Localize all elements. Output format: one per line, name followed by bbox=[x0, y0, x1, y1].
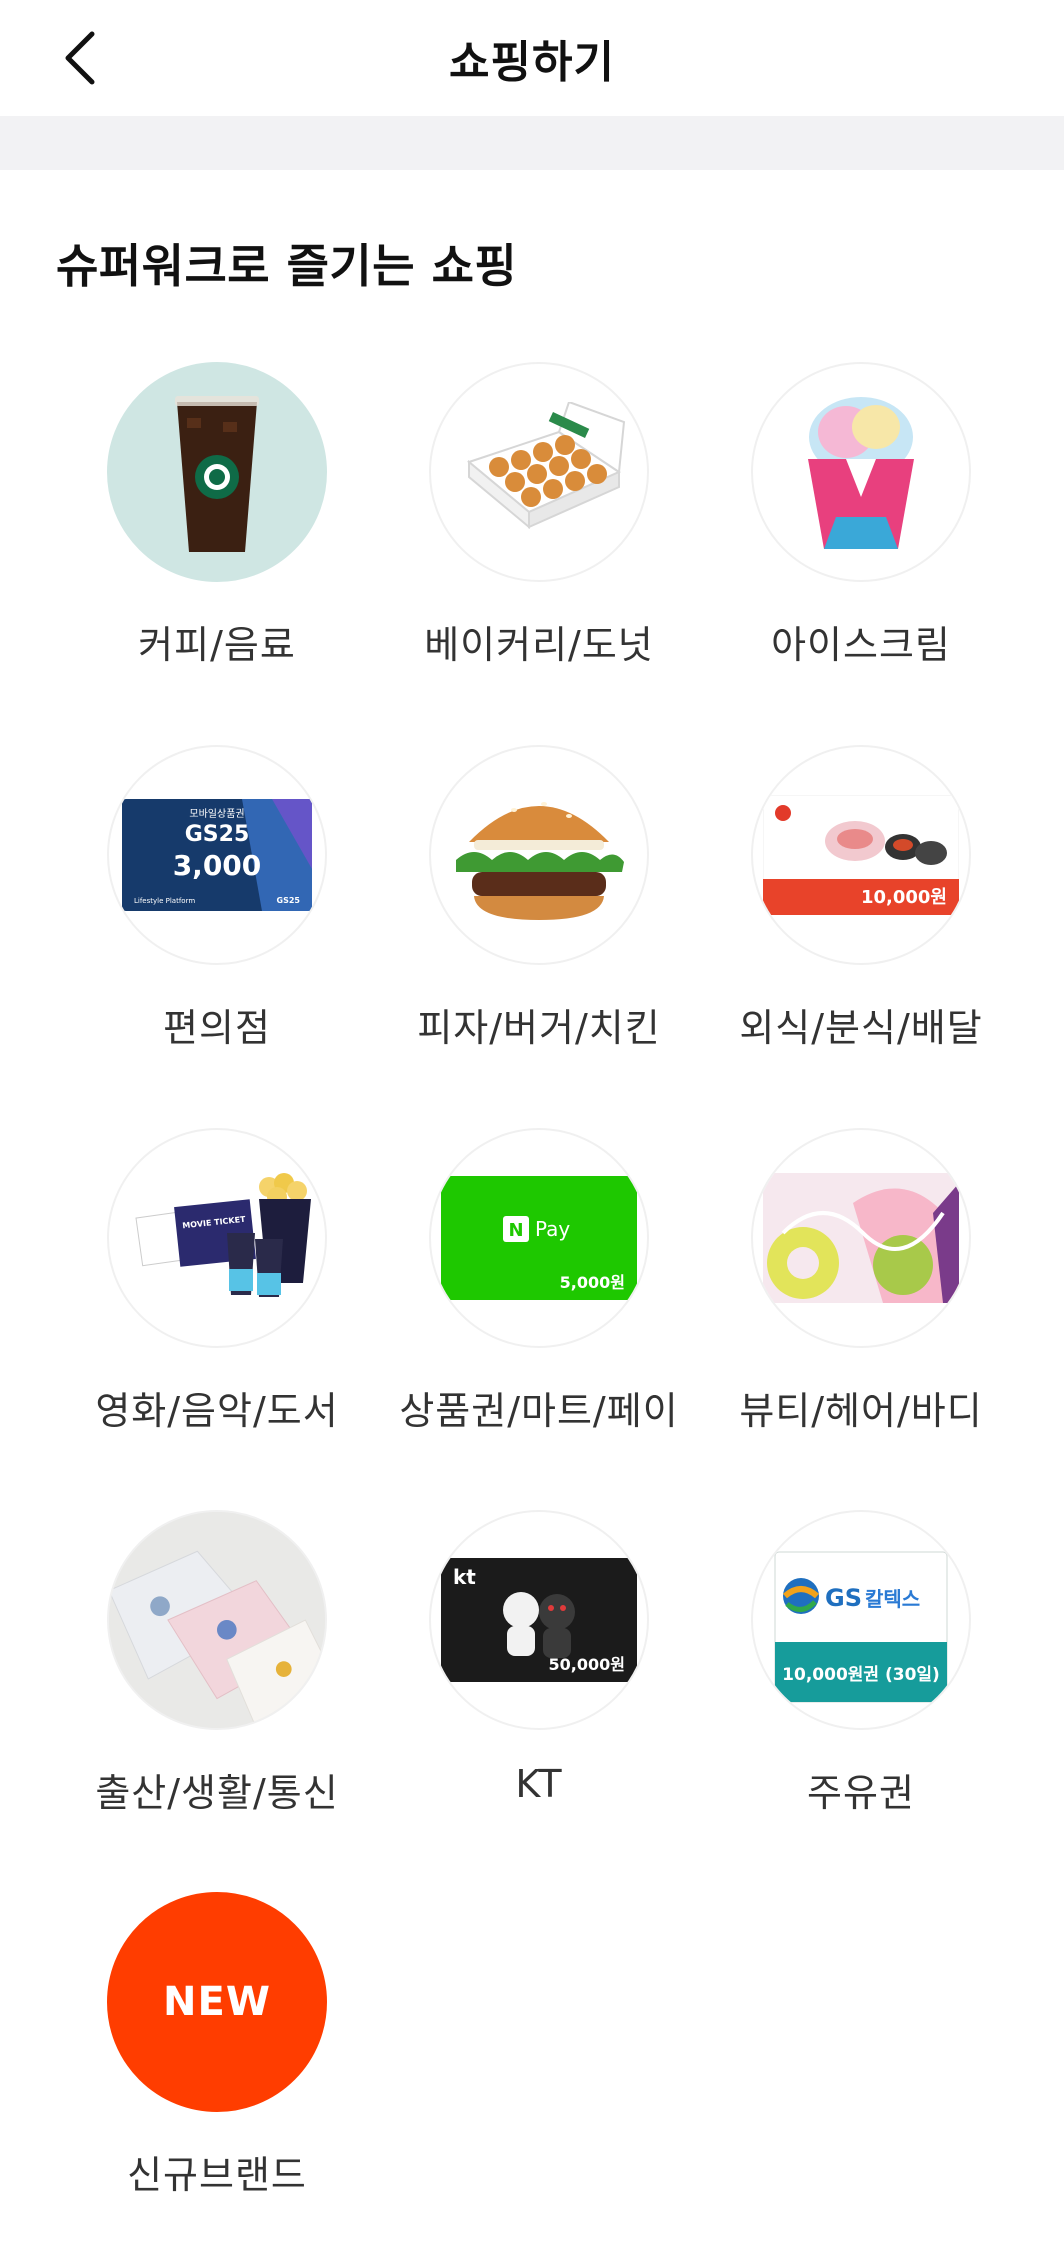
new-badge-icon: NEW bbox=[107, 1892, 327, 2112]
category-label: 주유권 bbox=[807, 1771, 915, 1815]
donut-box-icon bbox=[429, 362, 649, 582]
npay-giftcard-icon: N Pay 5,000원 bbox=[429, 1128, 649, 1348]
towels-icon bbox=[107, 1510, 327, 1730]
coffee-drink-icon bbox=[107, 362, 327, 582]
category-icecream[interactable]: 아이스크림 bbox=[700, 362, 1022, 702]
category-coffee[interactable]: 커피/음료 bbox=[56, 362, 378, 702]
page-title: 쇼핑하기 bbox=[449, 37, 615, 88]
category-giftcard-mart-pay[interactable]: N Pay 5,000원 상품권/마트/페이 bbox=[378, 1128, 700, 1468]
section-title: 슈퍼워크로 즐기는 쇼핑 bbox=[56, 239, 518, 293]
card-amount-text: 5,000원 bbox=[560, 1273, 625, 1292]
card-brand-text: GS25 bbox=[185, 822, 250, 847]
category-label: 뷰티/헤어/바디 bbox=[739, 1389, 983, 1433]
category-label: 출산/생활/통신 bbox=[95, 1771, 339, 1815]
category-label: 아이스크림 bbox=[771, 623, 951, 667]
category-bakery[interactable]: 베이커리/도넛 bbox=[378, 362, 700, 702]
movie-ticket-popcorn-icon: MOVIE TICKET bbox=[107, 1128, 327, 1348]
ice-cream-cup-icon bbox=[751, 362, 971, 582]
category-dining[interactable]: 10,000원 외식/분식/배달 bbox=[700, 745, 1022, 1085]
convenience-giftcard-icon: 모바일상품권 GS25 3,000 Lifestyle Platform GS2… bbox=[107, 745, 327, 965]
category-baby-living-telecom[interactable]: 출산/생활/통신 bbox=[56, 1510, 378, 1850]
card-amount-text: 10,000원권 (30일) bbox=[782, 1665, 940, 1685]
beauty-giftcard-icon bbox=[751, 1128, 971, 1348]
card-amount-text: 3,000 bbox=[173, 849, 262, 882]
card-amount-text: 10,000원 bbox=[861, 887, 947, 908]
category-beauty[interactable]: 뷰티/헤어/바디 bbox=[700, 1128, 1022, 1468]
category-pizza-burger[interactable]: 피자/버거/치킨 bbox=[378, 745, 700, 1085]
category-label: 커피/음료 bbox=[138, 623, 296, 667]
card-brand-text: Pay bbox=[535, 1217, 570, 1241]
card-amount-text: 50,000원 bbox=[549, 1655, 625, 1674]
section-divider bbox=[0, 116, 1064, 170]
category-movie-music-books[interactable]: MOVIE TICKET 영화/음악/도서 bbox=[56, 1128, 378, 1468]
category-label: 영화/음악/도서 bbox=[95, 1389, 339, 1433]
burger-icon bbox=[429, 745, 649, 965]
category-fuel[interactable]: GS 칼텍스 10,000원권 (30일) 주유권 bbox=[700, 1510, 1022, 1850]
category-label: 피자/버거/치킨 bbox=[417, 1006, 661, 1050]
card-top-text: 모바일상품권 bbox=[189, 808, 244, 820]
category-label: 베이커리/도넛 bbox=[424, 623, 654, 667]
kt-giftcard-icon: kt 50,000원 bbox=[429, 1510, 649, 1730]
category-convenience[interactable]: 모바일상품권 GS25 3,000 Lifestyle Platform GS2… bbox=[56, 745, 378, 1085]
category-label: KT bbox=[515, 1762, 563, 1806]
category-label: 상품권/마트/페이 bbox=[399, 1389, 679, 1433]
category-label: 외식/분식/배달 bbox=[739, 1006, 983, 1050]
gas-giftcard-icon: GS 칼텍스 10,000원권 (30일) bbox=[751, 1510, 971, 1730]
app-header: 쇼핑하기 bbox=[0, 0, 1064, 116]
card-foot-left: Lifestyle Platform bbox=[134, 897, 195, 905]
category-label: 편의점 bbox=[163, 1006, 271, 1050]
svg-text:N: N bbox=[508, 1220, 523, 1241]
card-brand-ko-text: 칼텍스 bbox=[865, 1587, 920, 1611]
category-label: 신규브랜드 bbox=[127, 2153, 307, 2197]
meal-giftcard-icon: 10,000원 bbox=[751, 745, 971, 965]
card-foot-right: GS25 bbox=[277, 896, 301, 905]
category-new-brand[interactable]: NEW 신규브랜드 bbox=[56, 1892, 378, 2232]
card-brand-text: kt bbox=[453, 1565, 476, 1589]
category-kt[interactable]: kt 50,000원 KT bbox=[378, 1510, 700, 1850]
new-badge-text: NEW bbox=[163, 1979, 271, 2025]
card-brand-text: GS bbox=[825, 1584, 862, 1612]
